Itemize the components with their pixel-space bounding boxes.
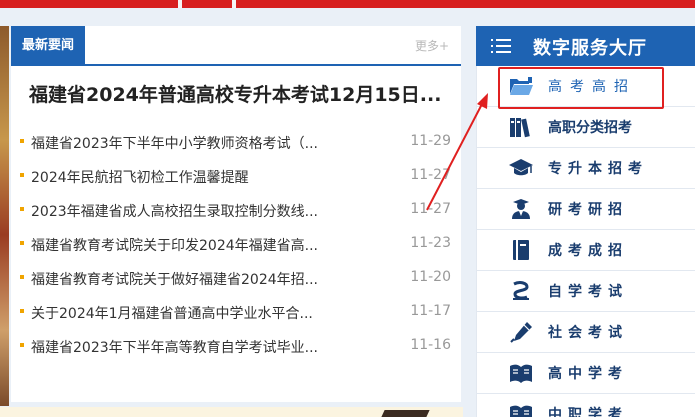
service-item-upgrade-undergrad[interactable]: 专升本招考 <box>476 148 695 189</box>
news-item-date: 11-16 <box>410 337 451 353</box>
service-label: 高职分类招考 <box>548 120 632 136</box>
news-item[interactable]: 关于2024年1月福建省普通高中学业水平合... 11-17 <box>11 296 461 330</box>
open-book-icon <box>510 405 532 417</box>
news-item[interactable]: 2023年福建省成人高校招生录取控制分数线... 11-27 <box>11 194 461 228</box>
service-hall-title: 数字服务大厅 <box>533 38 647 59</box>
bullet-icon <box>20 139 24 143</box>
open-book-icon <box>510 364 532 383</box>
news-item-title[interactable]: 2024年民航招飞初检工作温馨提醒 <box>31 167 351 187</box>
more-link[interactable]: 更多+ <box>415 37 449 54</box>
top-banner-strip <box>0 0 695 8</box>
service-item-postgraduate[interactable]: 研考研招 <box>476 189 695 230</box>
news-item-date: 11-23 <box>410 235 451 251</box>
service-label: 中职学考 <box>548 407 628 417</box>
news-item-title[interactable]: 福建省教育考试院关于做好福建省2024年招... <box>31 269 351 289</box>
banner-divider <box>232 0 236 8</box>
books-icon <box>510 118 530 138</box>
service-item-vocational-school-test[interactable]: 中职学考 <box>476 394 695 417</box>
news-list: 福建省2023年下半年中小学教师资格考试（... 11-29 2024年民航招飞初… <box>11 126 461 364</box>
banner-divider <box>178 0 182 8</box>
tab-latest-news[interactable]: 最新要闻 <box>11 26 85 66</box>
news-item-date: 11-17 <box>410 303 451 319</box>
bullet-icon <box>20 241 24 245</box>
book-icon <box>513 240 529 260</box>
service-item-self-study[interactable]: 自学考试 <box>476 271 695 312</box>
news-item[interactable]: 福建省教育考试院关于做好福建省2024年招... 11-20 <box>11 262 461 296</box>
bullet-icon <box>20 207 24 211</box>
news-item-title[interactable]: 关于2024年1月福建省普通高中学业水平合... <box>31 303 351 323</box>
banner-decoration <box>381 410 430 417</box>
service-label: 成考成招 <box>548 243 628 259</box>
left-photo-banner <box>0 26 9 406</box>
service-label: 自学考试 <box>548 284 628 300</box>
service-item-vocational[interactable]: 高职分类招考 <box>476 107 695 148</box>
bottom-banner-strip <box>0 407 463 417</box>
self-study-icon <box>513 281 529 300</box>
headline-link[interactable]: 福建省2024年普通高校专升本考试12月15日... <box>29 80 453 107</box>
bullet-icon <box>20 309 24 313</box>
news-header: 最新要闻 更多+ <box>11 26 461 66</box>
service-hall-header: 数字服务大厅 <box>476 26 695 66</box>
news-item-title[interactable]: 福建省2023年下半年高等教育自学考试毕业... <box>31 337 351 357</box>
news-item-title[interactable]: 福建省2023年下半年中小学教师资格考试（... <box>31 133 351 153</box>
service-label: 高中学考 <box>548 366 628 382</box>
service-item-high-school-test[interactable]: 高中学考 <box>476 353 695 394</box>
news-item-date: 11-27 <box>410 167 451 183</box>
bullet-icon <box>20 173 24 177</box>
news-item[interactable]: 2024年民航招飞初检工作温馨提醒 11-27 <box>11 160 461 194</box>
service-list: 高考高招 高职分类招考 专升本招考 研考研招 成考成招 自学考试 社会考试 高中… <box>476 66 695 417</box>
bullet-icon <box>20 343 24 347</box>
news-item[interactable]: 福建省2023年下半年高等教育自学考试毕业... 11-16 <box>11 330 461 364</box>
graduation-cap-icon <box>509 159 533 176</box>
news-item-date: 11-27 <box>410 201 451 217</box>
service-label: 专升本招考 <box>548 161 648 177</box>
service-label: 社会考试 <box>548 325 628 341</box>
news-item-title[interactable]: 福建省教育考试院关于印发2024年福建省高... <box>31 235 351 255</box>
latest-news-panel: 最新要闻 更多+ 福建省2024年普通高校专升本考试12月15日... 福建省2… <box>11 26 461 402</box>
graduate-student-icon <box>512 199 530 219</box>
pen-icon <box>510 322 532 343</box>
news-item-date: 11-29 <box>410 133 451 149</box>
news-item[interactable]: 福建省教育考试院关于印发2024年福建省高... 11-23 <box>11 228 461 262</box>
highlight-box <box>498 67 664 109</box>
menu-list-icon <box>491 39 511 54</box>
service-label: 研考研招 <box>548 202 628 218</box>
news-item-date: 11-20 <box>410 269 451 285</box>
bullet-icon <box>20 275 24 279</box>
service-item-social-exam[interactable]: 社会考试 <box>476 312 695 353</box>
service-item-adult-exam[interactable]: 成考成招 <box>476 230 695 271</box>
news-item[interactable]: 福建省2023年下半年中小学教师资格考试（... 11-29 <box>11 126 461 160</box>
news-item-title[interactable]: 2023年福建省成人高校招生录取控制分数线... <box>31 201 351 221</box>
